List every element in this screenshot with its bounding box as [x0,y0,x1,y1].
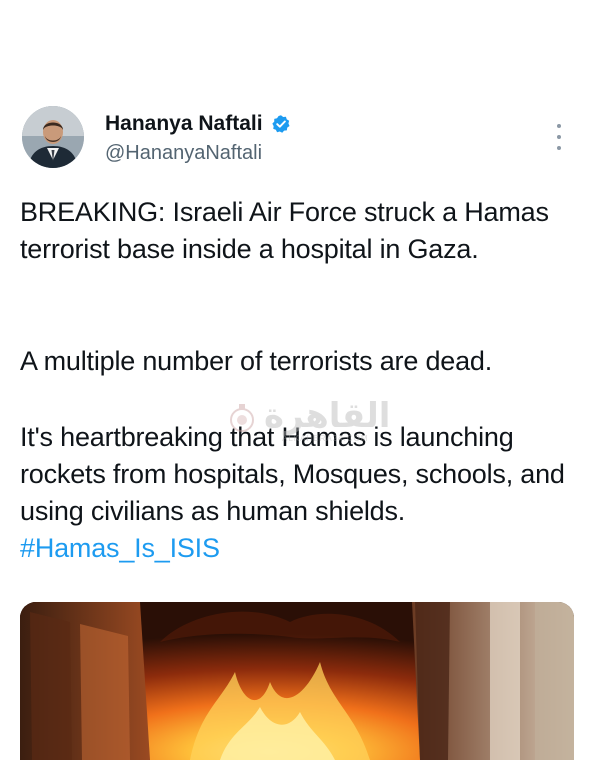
tweet-paragraph-3: It's heartbreaking that Hamas is launchi… [20,419,580,567]
fire-image [20,602,574,760]
author-name-text[interactable]: Hananya Naftali [105,112,263,136]
tweet-card: Hananya Naftali @HananyaNaftali BREAKING… [0,0,591,760]
more-options-button[interactable] [548,124,570,150]
more-dot [557,146,561,150]
tweet-paragraph-2: A multiple number of terrorists are dead… [20,346,493,376]
tweet-media-image[interactable] [20,602,574,760]
author-handle[interactable]: @HananyaNaftali [105,142,262,165]
tweet-paragraph-3-text: It's heartbreaking that Hamas is launchi… [20,422,565,526]
more-vertical-icon [557,124,561,128]
tweet-paragraph-1: BREAKING: Israeli Air Force struck a Ham… [20,197,549,264]
avatar[interactable] [22,106,84,168]
more-dot [557,135,561,139]
verified-badge-icon [271,114,291,134]
hashtag-link[interactable]: #Hamas_Is_ISIS [20,533,220,563]
author-display-name[interactable]: Hananya Naftali [105,112,291,136]
